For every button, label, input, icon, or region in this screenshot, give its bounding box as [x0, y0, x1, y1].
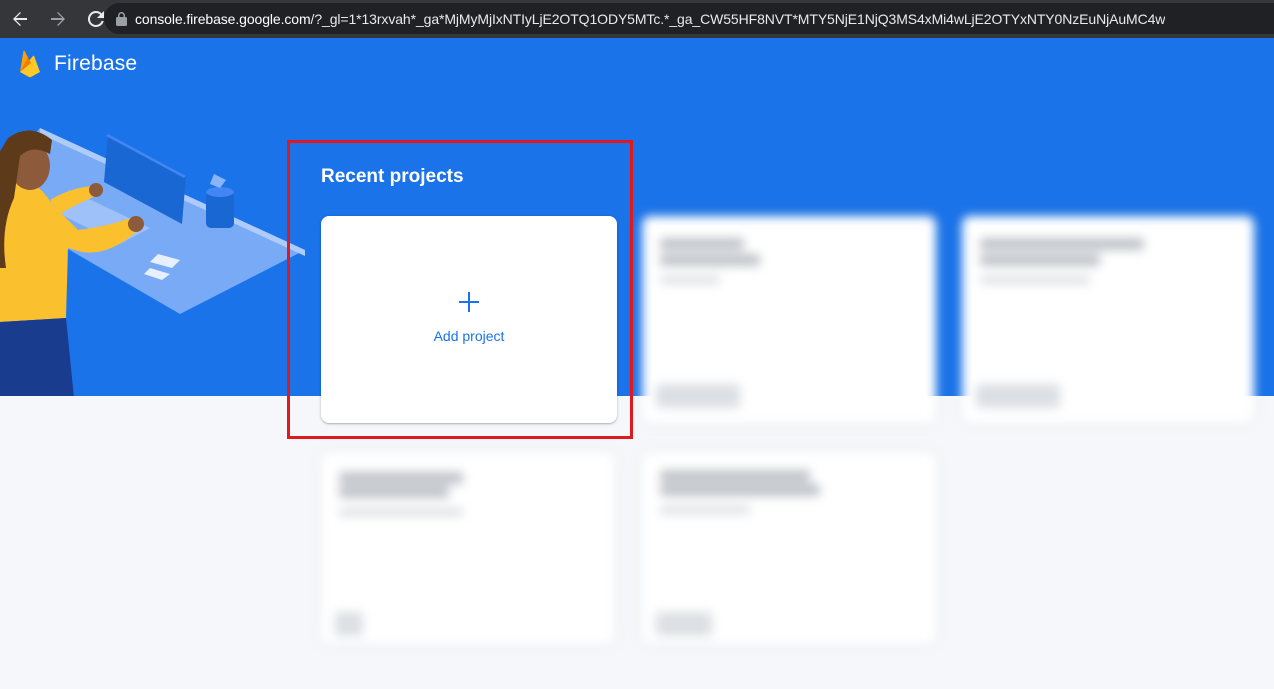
- address-bar[interactable]: console.firebase.google.com/?_gl=1*13rxv…: [104, 3, 1274, 34]
- back-arrow-icon: [13, 12, 27, 26]
- project-card-title: [980, 254, 1100, 266]
- add-project-label: Add project: [433, 327, 505, 344]
- project-card-title: [339, 472, 463, 484]
- brand-name: Firebase: [54, 52, 138, 75]
- plus-icon: [459, 291, 479, 312]
- project-card-footer: [656, 612, 712, 636]
- project-card-4[interactable]: [642, 452, 936, 644]
- project-card-2[interactable]: [962, 216, 1254, 423]
- firebase-flame-icon: [20, 50, 40, 78]
- project-card-subtitle: [980, 276, 1090, 284]
- project-card-3[interactable]: [321, 452, 615, 644]
- project-card-subtitle: [660, 276, 720, 284]
- brand[interactable]: Firebase: [20, 50, 137, 78]
- reload-icon: [88, 11, 104, 27]
- project-card-title: [660, 470, 810, 482]
- section-title: Recent projects: [321, 166, 464, 187]
- browser-toolbar: console.firebase.google.com/?_gl=1*13rxv…: [0, 0, 1274, 38]
- project-card-title: [339, 486, 449, 498]
- url-text: console.firebase.google.com/?_gl=1*13rxv…: [135, 11, 1165, 27]
- project-card-footer: [976, 384, 1060, 408]
- reload-button[interactable]: [86, 9, 106, 29]
- project-card-title: [980, 238, 1144, 250]
- project-card-subtitle: [339, 508, 463, 516]
- lock-icon: [116, 11, 127, 26]
- add-project-card[interactable]: Add project: [321, 216, 617, 423]
- back-button[interactable]: [10, 9, 30, 29]
- project-card-footer: [656, 384, 740, 408]
- forward-arrow-icon: [51, 12, 65, 26]
- project-card-title: [660, 254, 760, 266]
- project-card-1[interactable]: [642, 216, 936, 423]
- project-card-title: [660, 238, 744, 250]
- project-card-footer: [335, 612, 363, 636]
- forward-button[interactable]: [48, 9, 68, 29]
- person-at-desk-illustration: [0, 128, 305, 396]
- project-card-subtitle: [660, 506, 750, 514]
- url-host: console.firebase.google.com: [135, 10, 311, 27]
- url-path: /?_gl=1*13rxvah*_ga*MjMyMjIxNTIyLjE2OTQ1…: [310, 10, 1166, 27]
- project-card-title: [660, 484, 820, 496]
